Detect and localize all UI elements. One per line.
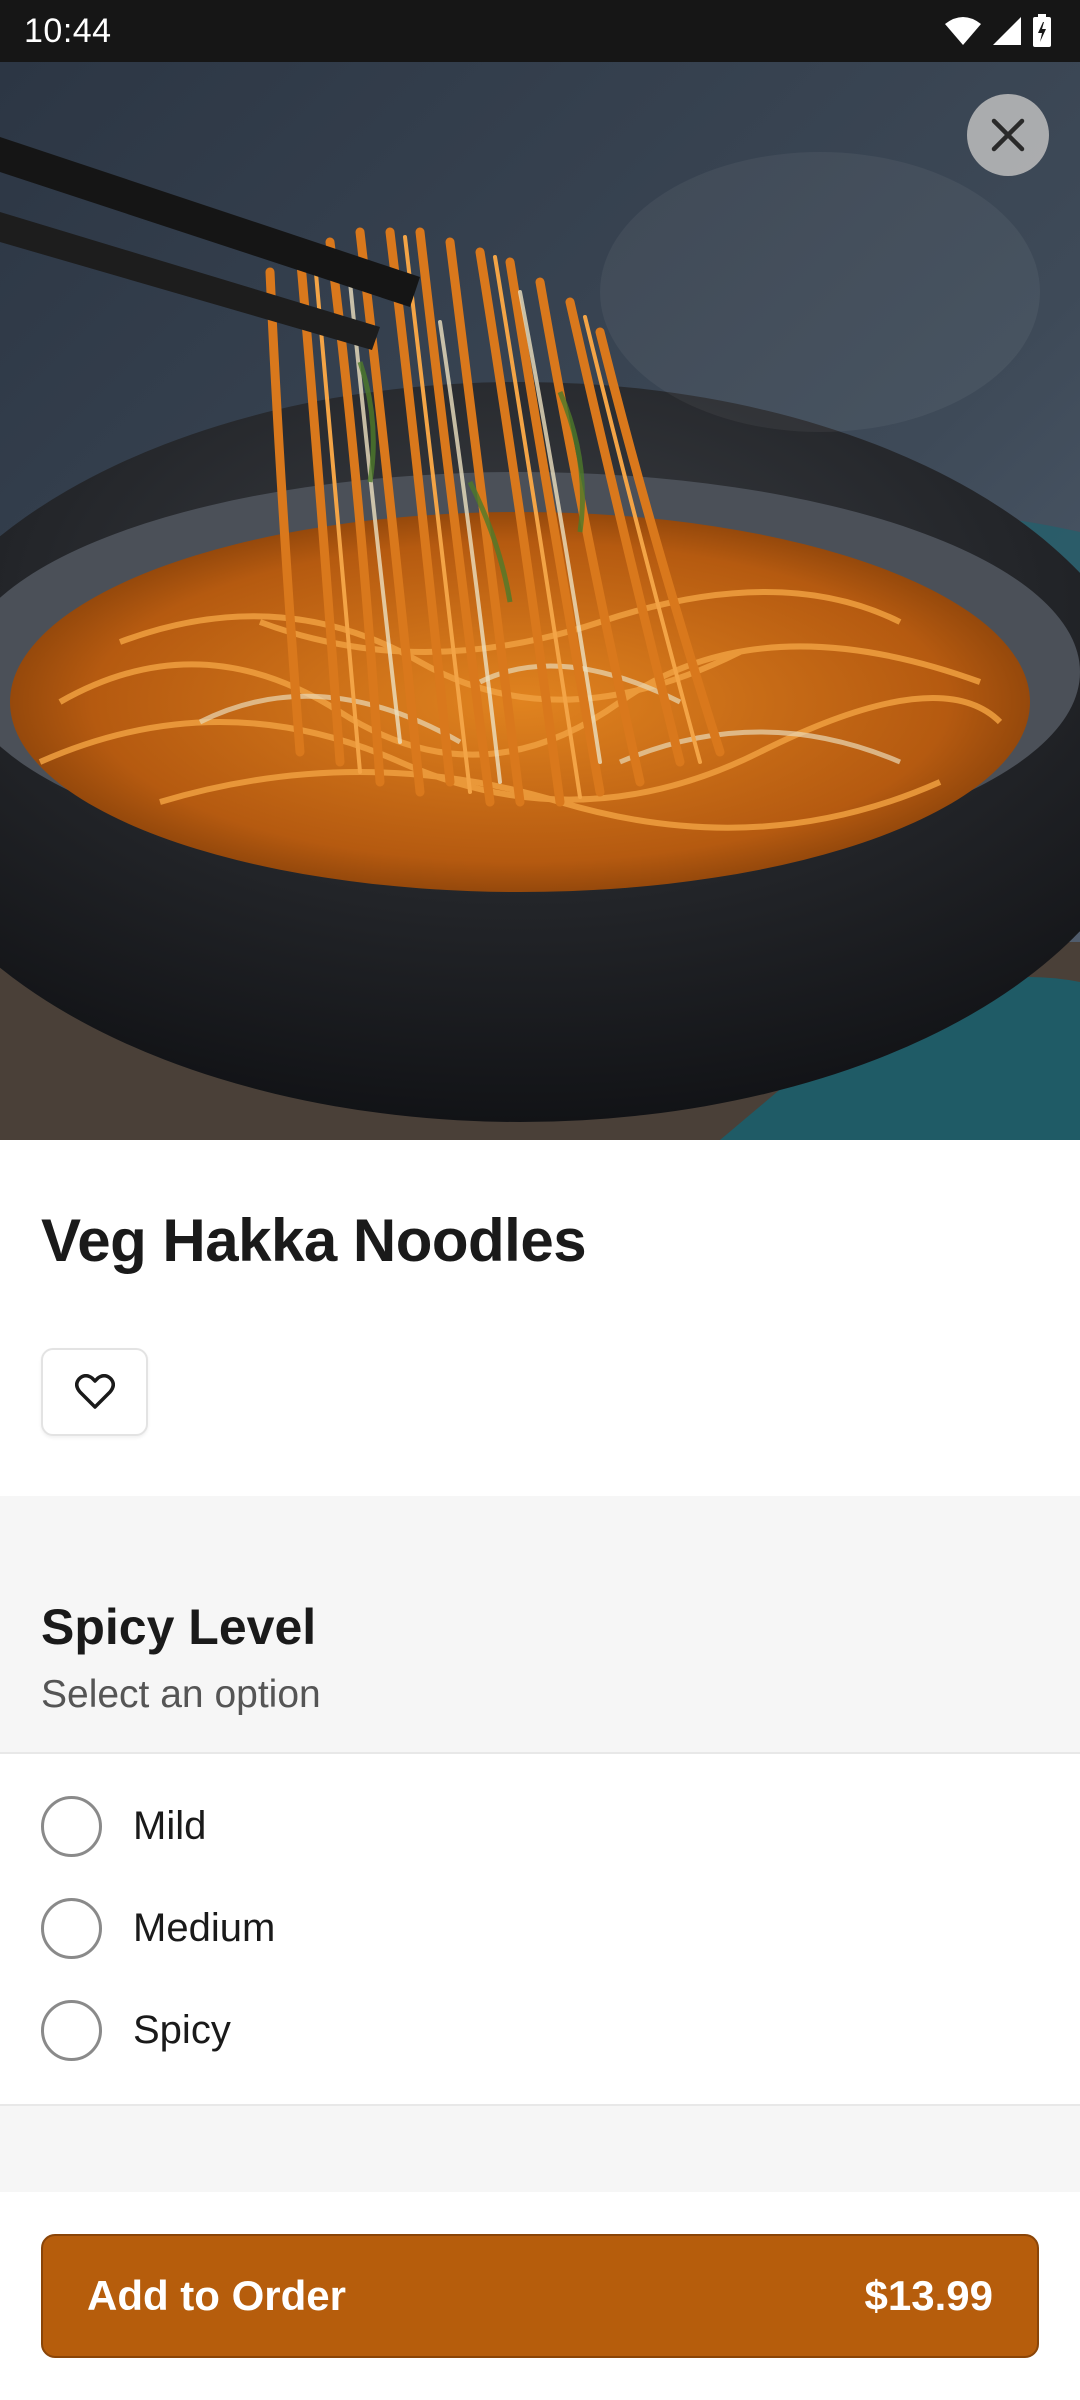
radio-button[interactable] [41,1897,102,1959]
section-title: Spicy Level [41,1599,317,1655]
spicy-level-section-header: Spicy Level Select an option [0,1496,1080,1754]
option-spicy[interactable]: Spicy [0,1982,1080,2078]
item-title: Veg Hakka Noodles [41,1207,587,1274]
add-to-order-button[interactable]: Add to Order $13.99 [41,2234,1039,2358]
signal-icon [993,17,1021,45]
wifi-icon [945,17,981,45]
favorite-button[interactable] [41,1348,148,1436]
close-icon [991,118,1025,152]
add-to-order-label: Add to Order [87,2272,346,2319]
radio-button[interactable] [41,1795,102,1857]
battery-icon [1033,14,1051,47]
bottom-bar: Add to Order $13.99 [0,2192,1080,2400]
section-divider [0,2104,1080,2192]
status-time: 10:44 [24,12,112,50]
radio-button[interactable] [41,1999,102,2061]
status-icons [944,12,1052,50]
option-mild[interactable]: Mild [0,1778,1080,1874]
close-button[interactable] [967,94,1049,176]
noodles-photo [0,62,1080,1140]
section-subtitle: Select an option [41,1673,321,1716]
option-label: Mild [133,1804,207,1848]
heart-icon [74,1374,115,1409]
spicy-level-options: Mild Medium Spicy [0,1754,1080,2104]
order-price: $13.99 [864,2272,993,2319]
option-label: Medium [133,1906,276,1950]
status-bar: 10:44 [0,0,1080,62]
option-medium[interactable]: Medium [0,1880,1080,1976]
option-label: Spicy [133,2008,231,2052]
